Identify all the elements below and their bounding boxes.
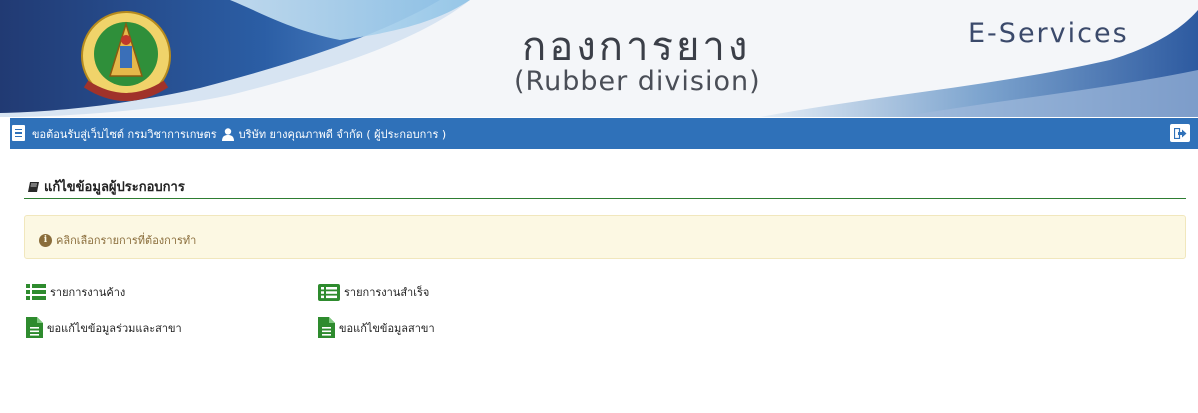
- user-icon: [221, 127, 234, 141]
- list-alt-icon: [318, 283, 340, 301]
- header-banner: กองการยาง (Rubber division) E-Services: [0, 0, 1198, 117]
- menu-toggle-icon[interactable]: [12, 125, 25, 141]
- title-divider: [24, 198, 1186, 199]
- logout-button[interactable]: [1170, 124, 1190, 142]
- user-name: บริษัท ยางคุณภาพดี จำกัด ( ผู้ประกอบการ …: [238, 128, 447, 141]
- file-icon: [318, 317, 335, 338]
- book-icon: [28, 181, 39, 192]
- service-title: E-Services: [968, 18, 1129, 49]
- alert-message: i คลิกเลือกรายการที่ต้องการทำ: [39, 231, 196, 249]
- completed-tasks-label: รายการงานสำเร็จ: [344, 286, 430, 299]
- pending-tasks-link[interactable]: รายการงานค้าง: [26, 283, 125, 301]
- welcome-text: ขอต้อนรับสู่เว็บไซต์ กรมวิชาการเกษตร: [32, 128, 217, 141]
- edit-branch-label: ขอแก้ไขข้อมูลสาขา: [339, 321, 435, 335]
- edit-branch-link[interactable]: ขอแก้ไขข้อมูลสาขา: [318, 317, 435, 338]
- navbar-text: ขอต้อนรับสู่เว็บไซต์ กรมวิชาการเกษตร บริ…: [32, 125, 446, 143]
- page-title-text: แก้ไขข้อมูลผู้ประกอบการ: [44, 180, 185, 195]
- list-icon: [26, 284, 46, 300]
- pending-tasks-label: รายการงานค้าง: [50, 286, 126, 299]
- info-icon: i: [39, 233, 52, 247]
- file-icon: [26, 317, 43, 338]
- title-english: (Rubber division): [514, 66, 761, 97]
- alert-text: คลิกเลือกรายการที่ต้องการทำ: [56, 234, 197, 247]
- department-logo: [81, 11, 171, 101]
- logout-icon: [1173, 127, 1186, 139]
- edit-main-branch-label: ขอแก้ไขข้อมูลร่วมและสาขา: [47, 321, 182, 335]
- page-title: แก้ไขข้อมูลผู้ประกอบการ: [28, 176, 185, 197]
- top-navbar: ขอต้อนรับสู่เว็บไซต์ กรมวิชาการเกษตร บริ…: [10, 118, 1198, 149]
- edit-main-branch-link[interactable]: ขอแก้ไขข้อมูลร่วมและสาขา: [26, 317, 182, 338]
- info-alert: i คลิกเลือกรายการที่ต้องการทำ: [24, 215, 1186, 259]
- completed-tasks-link[interactable]: รายการงานสำเร็จ: [318, 283, 429, 301]
